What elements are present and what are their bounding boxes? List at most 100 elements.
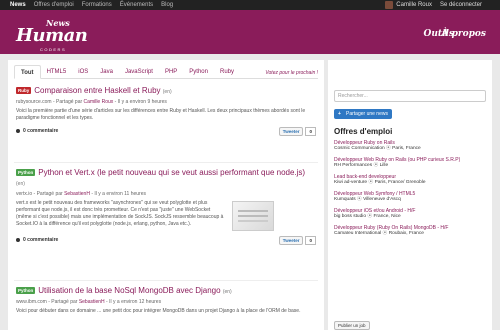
job-location: France, Nice bbox=[373, 214, 401, 219]
job-company-row: RH Performances ⦿ Lille bbox=[334, 163, 488, 169]
job-company: Kumquats bbox=[334, 197, 356, 202]
location-pin-icon: ⦿ bbox=[368, 180, 374, 185]
job-location: Lille bbox=[379, 163, 389, 168]
article-item: Ruby Comparaison entre Haskell et Ruby (e… bbox=[16, 86, 316, 136]
comments-link[interactable]: 0 commentaire bbox=[23, 128, 58, 134]
location-pin-icon: ⦿ bbox=[367, 214, 373, 219]
site-header: News Human CODERS Outils À propos bbox=[0, 10, 500, 54]
apropos-link[interactable]: À propos bbox=[441, 29, 486, 39]
article-title-link[interactable]: Utilisation de la base NoSql MongoDB ave… bbox=[38, 286, 220, 295]
tweet-widget: Tweeter 0 bbox=[278, 126, 316, 136]
job-item: Développeur Ruby (Ruby On Rails) MongoDB… bbox=[334, 225, 488, 237]
tag-badge[interactable]: Python bbox=[16, 287, 36, 295]
job-company-row: Cosmic Communication ⦿ Paris, France bbox=[334, 146, 488, 152]
job-item: Développeur Web Ruby on Rails (ou PHP cu… bbox=[334, 157, 488, 169]
location-pin-icon: ⦿ bbox=[386, 146, 391, 151]
humancoders-logo[interactable]: News Human CODERS bbox=[14, 16, 94, 52]
publish-job-button[interactable]: Publier un job bbox=[334, 321, 370, 330]
avatar[interactable] bbox=[385, 1, 394, 9]
nav-formations[interactable]: Formations bbox=[82, 2, 112, 8]
tab-java[interactable]: Java bbox=[94, 65, 119, 79]
article-title-link[interactable]: Comparaison entre Haskell et Ruby bbox=[34, 86, 160, 95]
job-location: Villeneuve d'Ascq bbox=[363, 197, 401, 202]
job-company: RH Performances bbox=[334, 163, 373, 168]
tweet-button[interactable]: Tweeter bbox=[278, 126, 304, 136]
location-pin-icon: ⦿ bbox=[356, 197, 362, 202]
tab-ruby[interactable]: Ruby bbox=[214, 65, 240, 79]
location-pin-icon: ⦿ bbox=[382, 231, 388, 236]
job-company-row: Kumquats ⦿ Villeneuve d'Ascq bbox=[334, 197, 488, 203]
tab-php[interactable]: PHP bbox=[159, 65, 183, 79]
shared-by-label: - Partagé par bbox=[32, 191, 65, 197]
location-pin-icon: ⦿ bbox=[373, 163, 379, 168]
article-lang: (en) bbox=[162, 89, 172, 95]
job-item: Développeur iOS et/ou Android - H/F big … bbox=[334, 208, 488, 220]
shared-by-label: - Partagé par bbox=[51, 99, 84, 105]
nav-evenements[interactable]: Événements bbox=[120, 2, 153, 8]
nav-offres-emploi[interactable]: Offres d'emploi bbox=[34, 2, 74, 8]
article-meta: rubysource.com - Partagé par Camille Rou… bbox=[16, 99, 316, 105]
tab-html5[interactable]: HTML5 bbox=[41, 65, 73, 79]
article-thumbnail[interactable] bbox=[232, 201, 274, 231]
tag-badge[interactable]: Python bbox=[16, 169, 36, 177]
article-author-link[interactable]: Camille Roux bbox=[84, 99, 114, 105]
article-author-link[interactable]: SebastienH bbox=[64, 191, 90, 197]
article-lang: (en) bbox=[16, 181, 25, 187]
article-description: vert.x est le petit nouveau des framewor… bbox=[16, 200, 224, 227]
logout-link[interactable]: Se déconnecter bbox=[440, 2, 482, 8]
job-location: Roubaix, France bbox=[388, 231, 424, 236]
article-source: vertx.io bbox=[16, 191, 33, 197]
comments-row: 0 commentaire Tweeter 0 bbox=[16, 126, 316, 136]
job-company: Cosmic Communication bbox=[334, 146, 385, 151]
article-time: - Il y a environ 11 heures bbox=[89, 191, 147, 197]
vote-link[interactable]: Votez pour le prochain ! bbox=[265, 70, 318, 76]
job-company-row: Kiwi ad-venture ⦿ Paris, France/ Grenobl… bbox=[334, 180, 488, 186]
tag-badge[interactable]: Ruby bbox=[16, 87, 32, 95]
jobs-heading: Offres d'emploi bbox=[334, 127, 393, 136]
nav-news[interactable]: News bbox=[10, 2, 26, 8]
job-item: Développeur Web Symfony / HTML5 Kumquats… bbox=[334, 191, 488, 203]
article-time: - Il y a environ 12 heures bbox=[104, 299, 162, 305]
comment-bullet-icon bbox=[16, 238, 20, 242]
logo-coders-text: CODERS bbox=[40, 47, 67, 52]
job-item: Lead back-end developpeur Kiwi ad-ventur… bbox=[334, 174, 488, 186]
tab-tout[interactable]: Tout bbox=[14, 65, 41, 79]
article-author-link[interactable]: SebastienH bbox=[79, 299, 105, 305]
article-time: - Il y a environ 9 heures bbox=[113, 99, 167, 105]
article-source: rubysource.com bbox=[16, 99, 52, 105]
share-news-button[interactable]: + Partager une news bbox=[334, 109, 392, 119]
article-divider bbox=[14, 162, 318, 163]
comment-bullet-icon bbox=[16, 129, 20, 133]
user-menu: Camille Roux Se déconnecter bbox=[385, 1, 490, 9]
search-input[interactable]: Rechercher... bbox=[334, 90, 486, 102]
article-item: Python Utilisation de la base NoSql Mongo… bbox=[16, 286, 316, 315]
article-title-row: Python Utilisation de la base NoSql Mongo… bbox=[16, 286, 316, 297]
share-news-label: Partager une news bbox=[346, 111, 388, 117]
user-name[interactable]: Camille Roux bbox=[396, 2, 432, 8]
article-divider bbox=[14, 280, 318, 281]
plus-icon: + bbox=[338, 111, 341, 117]
article-item: Python Python et Vert.x (le petit nouveau… bbox=[16, 168, 316, 245]
article-source: www.ibm.com bbox=[16, 299, 47, 305]
jobs-list: Développeur Ruby on Rails Cosmic Communi… bbox=[334, 140, 488, 242]
job-company: Kiwi ad-venture bbox=[334, 180, 368, 185]
nav-blog[interactable]: Blog bbox=[161, 2, 173, 8]
tweet-widget: Tweeter 0 bbox=[278, 235, 316, 245]
comments-link[interactable]: 0 commentaire bbox=[23, 237, 58, 243]
tweet-count: 0 bbox=[305, 235, 316, 245]
job-company-row: big boss studio ⦿ France, Nice bbox=[334, 214, 488, 220]
news-feed: Tout HTML5 iOS Java JavaScript PHP Pytho… bbox=[8, 60, 324, 330]
logo-human-text: Human bbox=[16, 25, 88, 46]
article-lang: (en) bbox=[222, 289, 232, 295]
shared-by-label: - Partagé par bbox=[46, 299, 79, 305]
article-title-row: Ruby Comparaison entre Haskell et Ruby (e… bbox=[16, 86, 316, 97]
tab-python[interactable]: Python bbox=[183, 65, 214, 79]
tab-javascript[interactable]: JavaScript bbox=[119, 65, 159, 79]
tab-ios[interactable]: iOS bbox=[72, 65, 94, 79]
tweet-button[interactable]: Tweeter bbox=[278, 235, 304, 245]
comments-row: 0 commentaire Tweeter 0 bbox=[16, 235, 316, 245]
sidebar: Rechercher... + Partager une news Offres… bbox=[328, 60, 492, 330]
article-title-link[interactable]: Python et Vert.x (le petit nouveau qui s… bbox=[38, 168, 305, 177]
article-description: Voici la première partie d'une série d'a… bbox=[16, 108, 306, 121]
article-description: Voici pour débuter dans ce domaine ... u… bbox=[16, 308, 301, 314]
